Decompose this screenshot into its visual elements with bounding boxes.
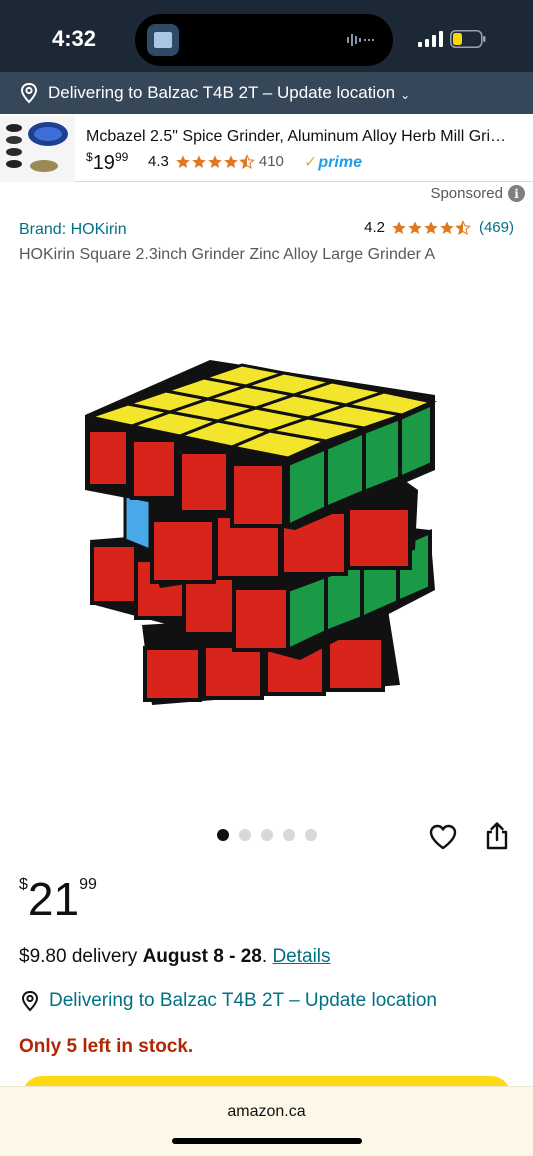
delivery-location-link[interactable]: Delivering to Balzac T4B 2T – Update loc… bbox=[19, 990, 437, 1012]
prime-badge: ✓prime bbox=[304, 154, 362, 171]
sponsored-product-price: $1999 bbox=[86, 150, 128, 175]
delivery-details-link[interactable]: Details bbox=[272, 946, 330, 967]
rating-count: (469) bbox=[478, 219, 514, 236]
chevron-down-icon: ⌄ bbox=[400, 87, 411, 102]
product-title: HOKirin Square 2.3inch Grinder Zinc Allo… bbox=[19, 246, 436, 263]
dynamic-island bbox=[135, 14, 393, 66]
product-image[interactable] bbox=[70, 340, 450, 720]
status-bar: 4:32 bbox=[0, 0, 533, 80]
sponsored-product-title[interactable]: Mcbazel 2.5" Spice Grinder, Aluminum All… bbox=[86, 128, 516, 146]
share-icon[interactable] bbox=[484, 821, 510, 851]
star-rating-icon bbox=[175, 153, 255, 170]
price-whole: 21 bbox=[27, 873, 80, 925]
price-cents: 99 bbox=[114, 150, 129, 164]
location-bar[interactable]: Delivering to Balzac T4B 2T – Update loc… bbox=[0, 72, 533, 114]
location-pin-icon bbox=[20, 82, 38, 104]
home-indicator[interactable] bbox=[172, 1138, 362, 1144]
sponsored-product-thumbnail bbox=[0, 116, 75, 182]
location-bar-label: Delivering to Balzac T4B 2T – Update loc… bbox=[48, 83, 396, 102]
carousel-dot[interactable] bbox=[239, 829, 251, 841]
location-pin-icon bbox=[21, 990, 39, 1012]
rating-count: 410 bbox=[258, 153, 284, 170]
browser-domain-label: amazon.ca bbox=[227, 1103, 306, 1120]
heart-icon[interactable] bbox=[428, 823, 458, 851]
delivery-info: $9.80 delivery August 8 - 28. Details bbox=[19, 946, 331, 968]
sponsored-text: Sponsored bbox=[430, 185, 503, 202]
delivery-location-label: Delivering to Balzac T4B 2T – Update loc… bbox=[49, 990, 437, 1011]
cellular-signal-icon bbox=[418, 31, 443, 47]
prime-label: prime bbox=[318, 154, 362, 171]
price-symbol: $ bbox=[19, 876, 28, 893]
price-whole: 19 bbox=[92, 152, 115, 174]
info-icon[interactable]: i bbox=[508, 185, 525, 202]
rating-value: 4.3 bbox=[148, 153, 169, 170]
product-price: $2199 bbox=[19, 872, 97, 926]
stock-status: Only 5 left in stock. bbox=[19, 1036, 194, 1057]
browser-address-bar[interactable] bbox=[0, 1086, 533, 1156]
carousel-dot[interactable] bbox=[283, 829, 295, 841]
price-cents: 99 bbox=[79, 876, 97, 893]
delivery-fee: $9.80 delivery bbox=[19, 946, 138, 967]
carousel-dot[interactable] bbox=[217, 829, 229, 841]
product-rating[interactable]: 4.2 (469) bbox=[364, 219, 514, 236]
delivery-dates: August 8 - 28 bbox=[142, 946, 262, 967]
rating-value: 4.2 bbox=[364, 219, 385, 236]
sponsored-product-rating: 4.3 410 bbox=[148, 153, 284, 170]
image-carousel-dots[interactable] bbox=[217, 829, 317, 841]
sponsored-label[interactable]: Sponsored i bbox=[430, 185, 525, 202]
carousel-dot[interactable] bbox=[261, 829, 273, 841]
price-symbol: $ bbox=[86, 150, 93, 164]
battery-icon bbox=[450, 30, 486, 48]
sponsored-product-banner[interactable]: Mcbazel 2.5" Spice Grinder, Aluminum All… bbox=[0, 114, 533, 182]
audio-wave-icon bbox=[347, 34, 374, 46]
star-rating-icon bbox=[391, 219, 471, 236]
clock-time: 4:32 bbox=[52, 26, 97, 51]
app-icon bbox=[147, 24, 179, 56]
carousel-dot[interactable] bbox=[305, 829, 317, 841]
delivery-separator: . bbox=[261, 946, 268, 967]
brand-link[interactable]: Brand: HOKirin bbox=[19, 221, 127, 239]
